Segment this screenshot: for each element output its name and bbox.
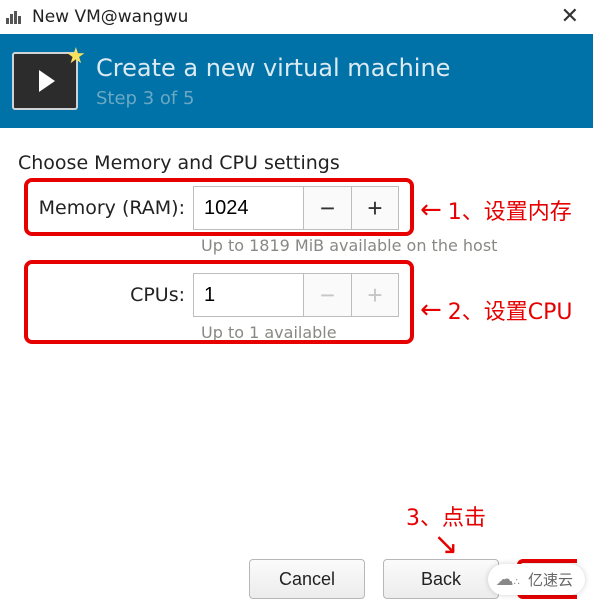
app-icon [6, 10, 24, 24]
cpus-spinner: − + [193, 273, 399, 317]
close-icon[interactable]: ✕ [557, 4, 583, 29]
cancel-button[interactable]: Cancel [249, 559, 365, 599]
back-button[interactable]: Back [383, 559, 499, 599]
vm-play-icon: ★ [12, 52, 78, 110]
annotation-2-label: 2、设置CPU [448, 294, 573, 326]
memory-increment-button[interactable]: + [351, 186, 399, 230]
cloud-icon: ☁∴ [496, 569, 522, 590]
arrow-left-icon: ← [420, 195, 442, 225]
header-step: Step 3 of 5 [96, 88, 450, 109]
arrow-down-icon: ↘ [433, 532, 458, 558]
memory-spinner: − + [193, 186, 399, 230]
memory-label: Memory (RAM): [18, 197, 193, 219]
annotation-2: ← 2、设置CPU [420, 294, 573, 326]
arrow-left-icon: ← [420, 295, 442, 325]
cpus-input[interactable] [193, 273, 303, 317]
header-title: Create a new virtual machine [96, 54, 450, 82]
memory-input[interactable] [193, 186, 303, 230]
memory-hint: Up to 1819 MiB available on the host [201, 236, 575, 255]
watermark-label: 亿速云 [528, 569, 573, 590]
content-area: Choose Memory and CPU settings Memory (R… [0, 128, 593, 368]
memory-decrement-button[interactable]: − [303, 186, 351, 230]
annotation-3: 3、点击 ↘ [406, 500, 486, 558]
watermark: ☁∴ 亿速云 [488, 564, 585, 595]
cpus-decrement-button[interactable]: − [303, 273, 351, 317]
window-title: New VM@wangwu [32, 7, 557, 27]
annotation-1: ← 1、设置内存 [420, 194, 572, 226]
titlebar: New VM@wangwu ✕ [0, 0, 593, 34]
cpus-increment-button[interactable]: + [351, 273, 399, 317]
section-title: Choose Memory and CPU settings [18, 152, 575, 174]
wizard-header: ★ Create a new virtual machine Step 3 of… [0, 34, 593, 128]
cpus-label: CPUs: [18, 284, 193, 306]
annotation-1-label: 1、设置内存 [448, 194, 572, 226]
